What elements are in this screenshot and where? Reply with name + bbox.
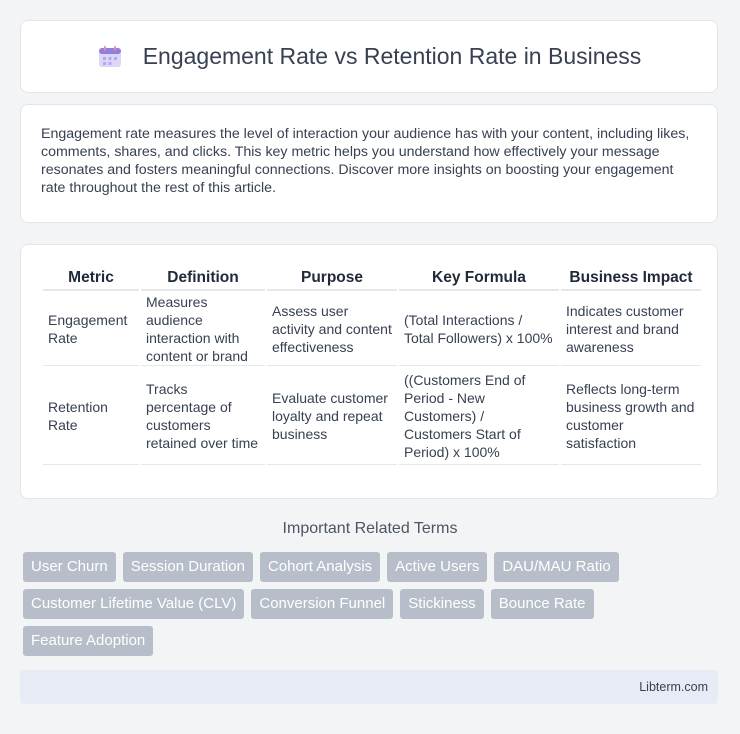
table-cell: Measures audience interaction with conte… [141, 293, 265, 366]
term-tag[interactable]: Stickiness [400, 589, 484, 619]
term-tag[interactable]: User Churn [23, 552, 116, 582]
table-cell: (Total Interactions / Total Followers) x… [399, 293, 559, 366]
column-header-key-formula: Key Formula [399, 265, 559, 291]
term-tag[interactable]: Session Duration [122, 552, 253, 582]
term-tag[interactable]: DAU/MAU Ratio [494, 552, 619, 582]
table-cell: Reflects long-term business growth and c… [561, 368, 701, 465]
table-row: Retention Rate Tracks percentage of cust… [43, 368, 701, 465]
comparison-table-card: Metric Definition Purpose Key Formula Bu… [20, 244, 718, 499]
table-cell: ((Customers End of Period - New Customer… [399, 368, 559, 465]
term-tag[interactable]: Active Users [387, 552, 488, 582]
table-cell: Engagement Rate [43, 293, 139, 366]
title-card: Engagement Rate vs Retention Rate in Bus… [20, 20, 718, 93]
term-tag[interactable]: Customer Lifetime Value (CLV) [23, 589, 245, 619]
term-tag[interactable]: Bounce Rate [490, 589, 594, 619]
related-terms-list: User Churn Session Duration Cohort Analy… [23, 552, 723, 663]
table-header-row: Metric Definition Purpose Key Formula Bu… [43, 265, 701, 291]
table-row: Engagement Rate Measures audience intera… [43, 293, 701, 366]
term-tag[interactable]: Conversion Funnel [251, 589, 394, 619]
term-tag[interactable]: Cohort Analysis [259, 552, 381, 582]
intro-card: Engagement rate measures the level of in… [20, 104, 718, 223]
intro-paragraph: Engagement rate measures the level of in… [41, 126, 690, 196]
page-title: Engagement Rate vs Retention Rate in Bus… [142, 43, 642, 69]
comparison-table: Metric Definition Purpose Key Formula Bu… [41, 263, 703, 467]
column-header-purpose: Purpose [267, 265, 397, 291]
column-header-definition: Definition [141, 265, 265, 291]
table-cell: Assess user activity and content effecti… [267, 293, 397, 366]
column-header-business-impact: Business Impact [561, 265, 701, 291]
footer-site-link[interactable]: Libterm.com [639, 680, 708, 694]
footer: Libterm.com [20, 670, 718, 704]
column-header-metric: Metric [43, 265, 139, 291]
table-cell: Retention Rate [43, 368, 139, 465]
related-terms-heading: Important Related Terms [282, 520, 458, 537]
calendar-icon [97, 45, 123, 69]
table-cell: Evaluate customer loyalty and repeat bus… [267, 368, 397, 465]
table-cell: Indicates customer interest and brand aw… [561, 293, 701, 366]
table-cell: Tracks percentage of customers retained … [141, 368, 265, 465]
term-tag[interactable]: Feature Adoption [23, 626, 154, 656]
